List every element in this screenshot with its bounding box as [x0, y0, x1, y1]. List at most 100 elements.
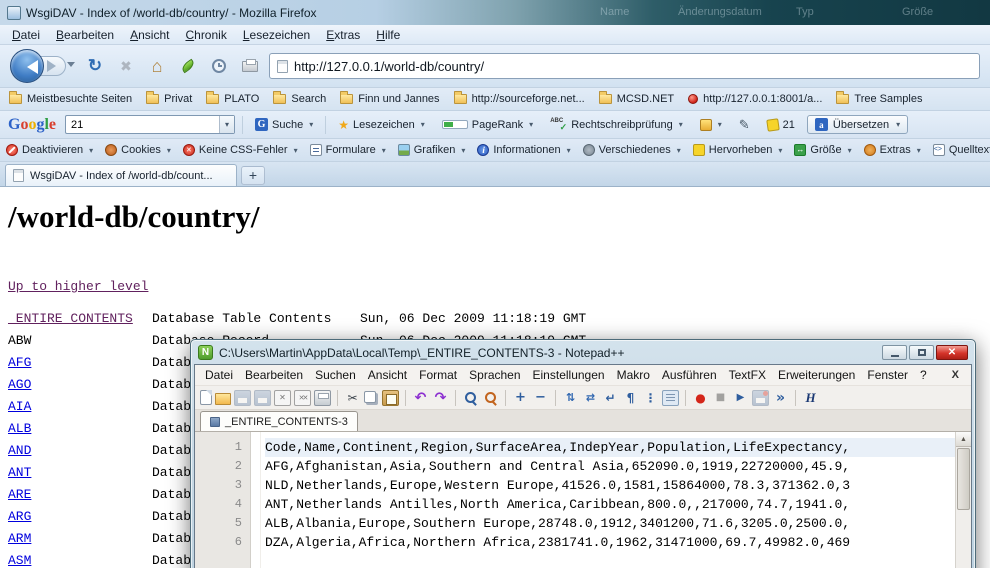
npp-menu-item[interactable]: Ansicht: [362, 368, 413, 382]
search-history-dropdown[interactable]: [219, 116, 234, 133]
listing-name-link[interactable]: ANT: [8, 465, 31, 480]
new-file-icon[interactable]: [200, 390, 212, 405]
open-folder-icon[interactable]: [215, 393, 231, 405]
translate-button[interactable]: Übersetzen: [807, 115, 908, 134]
bookmark-item[interactable]: Tree Samples: [836, 93, 922, 105]
listing-name-link[interactable]: AFG: [8, 355, 31, 370]
back-button[interactable]: [10, 49, 44, 83]
listing-name-link[interactable]: ARE: [8, 487, 31, 502]
html-view-icon[interactable]: [802, 390, 819, 406]
npp-menu-item[interactable]: Format: [413, 368, 463, 382]
npp-menu-item[interactable]: Fenster: [861, 368, 914, 382]
edit-button[interactable]: [734, 114, 755, 136]
new-tab-button[interactable]: +: [241, 166, 265, 185]
location-bar[interactable]: [269, 53, 980, 79]
replace-icon[interactable]: [482, 390, 499, 406]
npp-editor[interactable]: 123456 Code,Name,Continent,Region,Surfac…: [195, 432, 971, 568]
cut-icon[interactable]: [344, 390, 361, 406]
npp-vertical-scrollbar[interactable]: [955, 432, 971, 568]
bookmark-item[interactable]: Search: [273, 93, 326, 105]
bookmark-item[interactable]: MCSD.NET: [599, 93, 674, 105]
listing-name-link[interactable]: ASM: [8, 553, 31, 568]
indent-guide-icon[interactable]: [642, 390, 659, 406]
highlight-button[interactable]: 21: [762, 116, 800, 134]
history-clock-button[interactable]: [207, 54, 231, 78]
webdev-item[interactable]: Informationen: [477, 144, 570, 156]
copy-icon[interactable]: [364, 391, 376, 403]
close-all-icon[interactable]: [294, 390, 311, 406]
find-icon[interactable]: [462, 390, 479, 406]
webdev-item[interactable]: Verschiedenes: [583, 144, 681, 156]
close-icon[interactable]: [274, 390, 291, 406]
google-search-box[interactable]: [65, 115, 235, 134]
minimize-button[interactable]: [882, 345, 907, 360]
url-input[interactable]: [294, 59, 972, 74]
spellcheck-button[interactable]: Rechtschreibprüfung: [545, 115, 688, 135]
show-all-chars-icon[interactable]: [622, 390, 639, 406]
menu-item[interactable]: Bearbeiten: [48, 28, 122, 42]
redo-icon[interactable]: [432, 390, 449, 406]
listing-name-link[interactable]: ARG: [8, 509, 31, 524]
menu-item[interactable]: Datei: [4, 28, 48, 42]
npp-text-area[interactable]: Code,Name,Continent,Region,SurfaceArea,I…: [261, 432, 955, 568]
feed-button[interactable]: [176, 54, 200, 78]
record-macro-icon[interactable]: [692, 390, 709, 406]
play-macro-icon[interactable]: [732, 390, 749, 406]
webdev-item[interactable]: Cookies: [105, 144, 171, 156]
npp-menu-item[interactable]: Bearbeiten: [239, 368, 309, 382]
undo-icon[interactable]: [412, 390, 429, 406]
bookmark-item[interactable]: Privat: [146, 93, 192, 105]
webdev-item[interactable]: Quelltext: [933, 144, 990, 156]
menu-item[interactable]: Chronik: [177, 28, 234, 42]
autofill-button[interactable]: [695, 116, 727, 134]
npp-menu-item[interactable]: Sprachen: [463, 368, 526, 382]
firefox-titlebar[interactable]: WsgiDAV - Index of /world-db/country/ - …: [0, 0, 990, 25]
scrollbar-thumb[interactable]: [957, 448, 970, 510]
multi-play-icon[interactable]: [772, 390, 789, 406]
stop-button[interactable]: [114, 54, 138, 78]
listing-name-link[interactable]: AGO: [8, 377, 31, 392]
word-wrap-icon[interactable]: [602, 390, 619, 406]
bookmark-item[interactable]: PLATO: [206, 93, 259, 105]
menu-item[interactable]: Lesezeichen: [235, 28, 318, 42]
webdev-item[interactable]: Deaktivieren: [6, 144, 93, 156]
reload-button[interactable]: [83, 54, 107, 78]
npp-close-document-button[interactable]: X: [944, 369, 967, 381]
zoom-out-icon[interactable]: [532, 390, 549, 406]
webdev-item[interactable]: Hervorheben: [693, 144, 783, 156]
listing-name-link[interactable]: _ENTIRE_CONTENTS: [8, 311, 133, 326]
listing-name-link[interactable]: AND: [8, 443, 31, 458]
webdev-item[interactable]: Formulare: [310, 144, 386, 156]
bookmark-item[interactable]: Finn und Jannes: [340, 93, 439, 105]
webdev-item[interactable]: Keine CSS-Fehler: [183, 144, 298, 156]
sync-scroll-v-icon[interactable]: [562, 390, 579, 406]
menu-item[interactable]: Extras: [318, 28, 368, 42]
bookmark-item[interactable]: http://127.0.0.1:8001/a...: [688, 93, 822, 105]
npp-menu-item[interactable]: Einstellungen: [527, 368, 611, 382]
menu-item[interactable]: Ansicht: [122, 28, 177, 42]
npp-menu-item[interactable]: Suchen: [309, 368, 362, 382]
listing-name-link[interactable]: ARM: [8, 531, 31, 546]
google-bookmarks-button[interactable]: Lesezeichen: [333, 115, 430, 135]
paste-icon[interactable]: [382, 390, 399, 406]
listing-name-link[interactable]: AIA: [8, 399, 31, 414]
zoom-in-icon[interactable]: [512, 390, 529, 406]
up-to-higher-level-link[interactable]: Up to higher level: [8, 279, 148, 294]
npp-titlebar[interactable]: C:\Users\Martin\AppData\Local\Temp\_ENTI…: [194, 343, 972, 364]
bookmark-item[interactable]: http://sourceforge.net...: [454, 93, 585, 105]
webdev-item[interactable]: Größe: [794, 144, 851, 156]
npp-menu-item[interactable]: Makro: [611, 368, 656, 382]
npp-menu-item[interactable]: Ausführen: [656, 368, 723, 382]
close-button[interactable]: [936, 345, 968, 360]
maximize-button[interactable]: [909, 345, 934, 360]
scroll-up-arrow[interactable]: [956, 432, 971, 447]
google-search-button[interactable]: Suche: [250, 115, 318, 134]
print-icon[interactable]: [314, 390, 331, 406]
npp-menu-item[interactable]: Erweiterungen: [772, 368, 861, 382]
webdev-item[interactable]: Extras: [864, 144, 921, 156]
npp-menu-item[interactable]: TextFX: [723, 368, 772, 382]
bookmark-item[interactable]: Meistbesuchte Seiten: [9, 93, 132, 105]
npp-menu-item[interactable]: ?: [914, 368, 933, 382]
doc-map-icon[interactable]: [662, 390, 679, 406]
print-button[interactable]: [238, 54, 262, 78]
